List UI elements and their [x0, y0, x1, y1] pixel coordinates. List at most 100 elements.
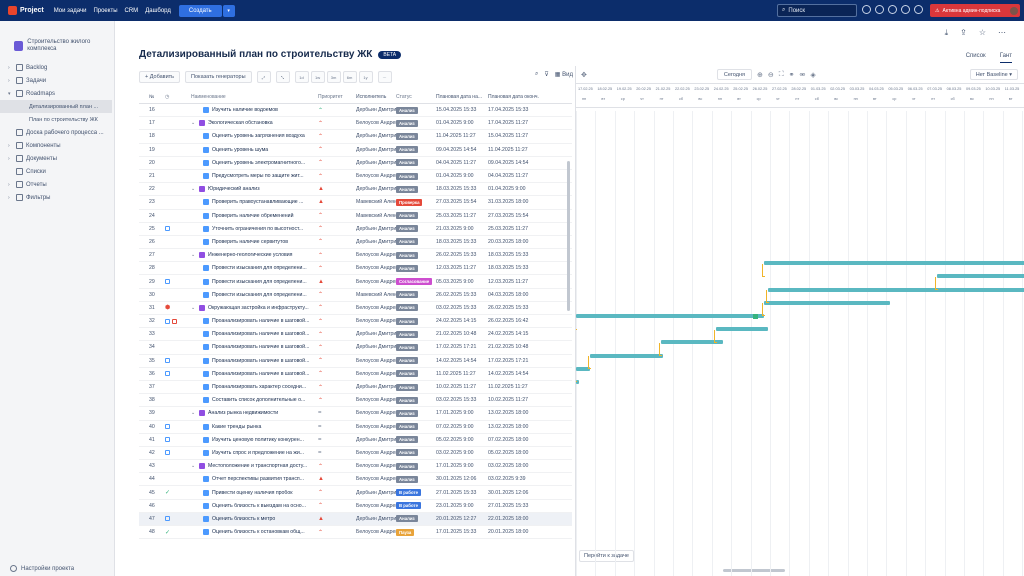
gantt-bar[interactable] [768, 287, 1024, 292]
priority-icon[interactable]: ⌃ [316, 252, 356, 259]
status-badge[interactable]: Анализ [396, 409, 418, 417]
status-badge[interactable]: Анализ [396, 159, 418, 167]
zoom-1d-button[interactable]: 1d [294, 71, 309, 83]
assignee[interactable]: Белоусов Андрей [356, 450, 396, 456]
priority-icon[interactable]: ⌃ [316, 265, 356, 272]
more-icon[interactable]: ⋯ [377, 71, 392, 83]
end-date[interactable]: 04.04.2025 11:27 [488, 173, 540, 179]
assignee[interactable]: Белоусов Андрей [356, 265, 396, 271]
assignee[interactable]: Белоусов Андрей [356, 358, 396, 364]
start-date[interactable]: 05.03.2025 9:00 [436, 279, 488, 285]
assignee[interactable]: Белоусов Андрей [356, 279, 396, 285]
show-generators-button[interactable]: Показать генераторы [185, 71, 252, 83]
critical-path-icon[interactable]: ◈ [810, 71, 815, 79]
status-badge[interactable]: Анализ [396, 212, 418, 220]
assignee[interactable]: Дербьин Дмитрий [356, 490, 396, 496]
status-cell[interactable]: Анализ [396, 357, 436, 365]
table-row[interactable]: 42 Изучить спрос и предложение на жи... = Б… [139, 447, 572, 461]
table-row[interactable]: 48 ✓ Оценить близость к остановкам общ... ⌃… [139, 526, 572, 540]
status-badge[interactable]: Анализ [396, 370, 418, 378]
status-badge[interactable]: Анализ [396, 251, 418, 259]
priority-icon[interactable]: ▲ [316, 516, 356, 522]
end-date[interactable]: 27.03.2025 15:54 [488, 213, 540, 219]
status-cell[interactable]: В работе [396, 489, 436, 497]
sidebar-item[interactable]: ▾ Roadmaps [0, 87, 114, 100]
status-cell[interactable]: Пауза [396, 528, 436, 536]
status-cell[interactable]: Анализ [396, 396, 436, 404]
assignee[interactable]: Дербьин Дмитрий [356, 239, 396, 245]
end-date[interactable]: 12.03.2025 11:27 [488, 279, 540, 285]
assignee[interactable]: Белоусов Андрей [356, 463, 396, 469]
start-date[interactable]: 21.03.2025 9:00 [436, 226, 488, 232]
status-cell[interactable]: Анализ [396, 370, 436, 378]
assignee[interactable]: Белоусов Андрей [356, 410, 396, 416]
start-date[interactable]: 20.01.2025 12:27 [436, 516, 488, 522]
nav-link[interactable]: Дашборд [145, 8, 171, 14]
assignee[interactable]: Белоусов Андрей [356, 476, 396, 482]
collapse-caret-icon[interactable]: ⌄ [191, 463, 196, 469]
gantt-bar[interactable] [764, 261, 1024, 266]
star-icon[interactable]: ☆ [979, 28, 986, 38]
start-date[interactable]: 17.02.2025 17:21 [436, 344, 488, 350]
table-row[interactable]: 16 Изучить наличие водоемов ⌃ Дербьин Дмитр… [139, 104, 572, 118]
status-badge[interactable]: Анализ [396, 515, 418, 523]
collapse-caret-icon[interactable]: ⌄ [191, 186, 196, 192]
end-date[interactable]: 17.04.2025 15:33 [488, 107, 540, 113]
priority-icon[interactable]: = [316, 437, 356, 443]
status-cell[interactable]: Анализ [396, 119, 436, 127]
start-date[interactable]: 24.02.2025 14:15 [436, 318, 488, 324]
start-date[interactable]: 17.01.2025 9:00 [436, 463, 488, 469]
table-row[interactable]: 36 Проанализировать наличие в шаговой... ⌃… [139, 368, 572, 381]
calendar-icon[interactable] [165, 424, 170, 430]
priority-icon[interactable]: ⌃ [316, 212, 356, 219]
gantt-bar[interactable] [589, 353, 664, 358]
col-start[interactable]: Плановая дата на... [436, 94, 488, 100]
task-name-cell[interactable]: Изучить ценовую политику конкурен... [191, 436, 316, 443]
priority-icon[interactable]: = [316, 424, 356, 430]
gantt-scrollbar[interactable] [723, 569, 785, 572]
assignee[interactable]: Белоусов Андрей [356, 503, 396, 509]
tab-gantt[interactable]: Гант [999, 53, 1012, 63]
collapse-caret-icon[interactable]: ⌄ [191, 410, 196, 416]
start-date[interactable]: 12.03.2025 11:27 [436, 265, 488, 271]
status-cell[interactable]: Анализ [396, 330, 436, 338]
priority-icon[interactable]: ⌃ [316, 304, 356, 311]
tab-list[interactable]: Список [966, 53, 986, 63]
status-badge[interactable]: Анализ [396, 119, 418, 127]
assignee[interactable]: Белоусов Андрей [356, 120, 396, 126]
start-date[interactable]: 27.03.2025 15:54 [436, 199, 488, 205]
end-date[interactable]: 20.03.2025 18:00 [488, 239, 540, 245]
task-name-cell[interactable]: ⌄ Окружающая застройка и инфраструкту... [191, 304, 316, 311]
unlink-icon[interactable]: ⚮ [800, 71, 806, 79]
start-date[interactable]: 04.04.2025 11:27 [436, 160, 488, 166]
status-badge[interactable]: Анализ [396, 172, 418, 180]
task-name-cell[interactable]: Привести оценку наличия пробок [191, 489, 316, 496]
settings-icon[interactable] [914, 5, 923, 14]
col-end[interactable]: Плановая дата оконч. [488, 94, 540, 100]
task-name-cell[interactable]: Проанализировать характер соседни... [191, 384, 316, 391]
collapse-caret-icon[interactable]: ⌄ [191, 252, 196, 258]
table-row[interactable]: 45 ✓ Привести оценку наличия пробок ⌃ Дербьи… [139, 486, 572, 500]
today-button[interactable]: Сегодня [716, 69, 752, 80]
status-badge[interactable]: Анализ [396, 449, 418, 457]
start-date[interactable]: 09.04.2025 14:54 [436, 147, 488, 153]
task-name-cell[interactable]: ⌄ Экологическая обстановка [191, 120, 316, 127]
zoom-in-icon[interactable]: ⊕ [757, 71, 763, 79]
start-date[interactable]: 05.02.2025 9:00 [436, 437, 488, 443]
assignee[interactable]: Белоусов Андрей [356, 318, 396, 324]
table-row[interactable]: 23 Проверить правоустанавливающие ... ▲ Мав… [139, 196, 572, 210]
start-date[interactable]: 26.02.2025 15:33 [436, 252, 488, 258]
start-date[interactable]: 14.02.2025 14:54 [436, 358, 488, 364]
status-badge[interactable]: Анализ [396, 291, 418, 299]
start-date[interactable]: 17.01.2025 15:33 [436, 529, 488, 535]
baseline-select[interactable]: Нет Baseline ▾ [969, 69, 1018, 80]
milestone-marker[interactable] [752, 313, 758, 319]
status-cell[interactable]: Анализ [396, 172, 436, 180]
history-icon[interactable] [901, 5, 910, 14]
task-name-cell[interactable]: Проанализировать наличие в шаговой... [191, 331, 316, 338]
status-badge[interactable]: Проверка [396, 198, 423, 206]
table-row[interactable]: 34 Проанализировать наличие в шаговой... ⌃… [139, 341, 572, 355]
table-row[interactable]: 32 Проанализировать наличие в шаговой... ⌃… [139, 315, 572, 329]
priority-icon[interactable]: ⌃ [316, 107, 356, 114]
end-date[interactable]: 10.02.2025 11:27 [488, 397, 540, 403]
